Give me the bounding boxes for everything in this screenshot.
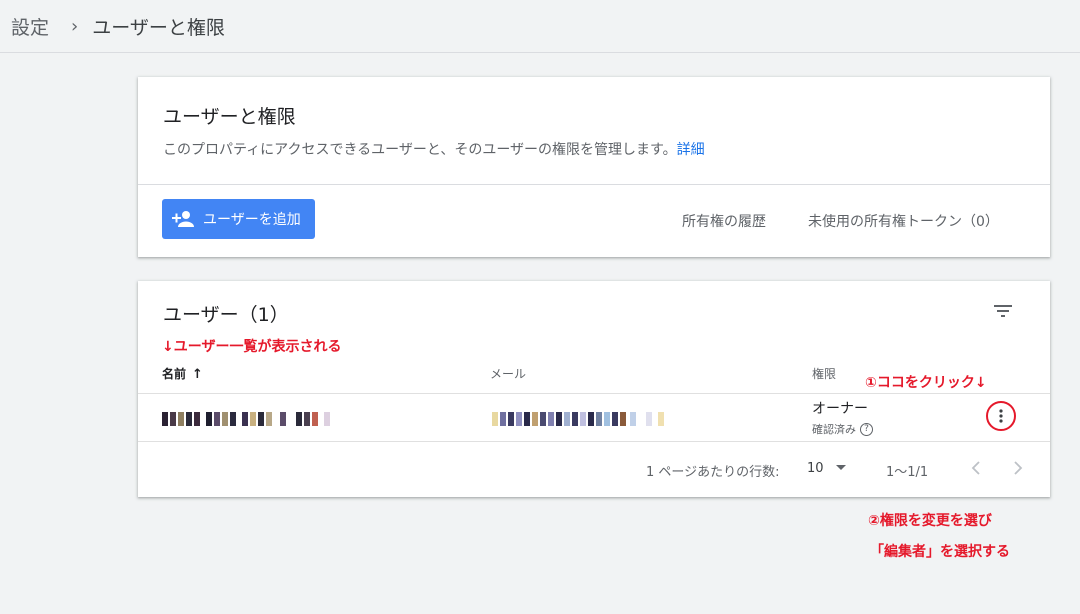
permission-status-text: 確認済み xyxy=(812,423,856,436)
redacted-user-name xyxy=(162,412,332,426)
annotation-step2-line2: 「編集者」を選択する xyxy=(870,544,1010,560)
ownership-history-link[interactable]: 所有権の履歴 xyxy=(682,211,766,231)
chevron-left-icon[interactable] xyxy=(968,458,984,478)
chevron-right-icon[interactable] xyxy=(1010,458,1026,478)
breadcrumb-settings[interactable]: 設定 xyxy=(11,13,49,40)
pagination-range: 1〜1/1 xyxy=(886,465,929,480)
access-description-text: このプロパティにアクセスできるユーザーと、そのユーザーの権限を管理します。 xyxy=(163,142,677,158)
annotation-user-list: ↓ユーザー一覧が表示される xyxy=(162,339,342,355)
redacted-user-email xyxy=(492,412,668,426)
users-card: ユーザー（1） ↓ユーザー一覧が表示される 名前 ↑ メール 権限 ①ココをクリッ… xyxy=(138,281,1050,497)
access-card-title: ユーザーと権限 xyxy=(163,106,296,128)
breadcrumb: 設定 › ユーザーと権限 xyxy=(0,0,1080,53)
arrow-up-icon: ↑ xyxy=(192,367,203,382)
column-header-name[interactable]: 名前 ↑ xyxy=(162,365,203,382)
help-icon[interactable]: ? xyxy=(860,422,873,436)
add-user-label: ユーザーを追加 xyxy=(203,212,301,228)
column-name-label: 名前 xyxy=(162,367,187,381)
row-more-options-button[interactable] xyxy=(986,401,1016,431)
chevron-right-icon: › xyxy=(71,15,79,37)
annotation-click-here: ①ココをクリック↓ xyxy=(865,375,987,391)
column-header-permission: 権限 xyxy=(812,367,837,381)
column-header-email: メール xyxy=(490,367,527,381)
annotation-step2-line1: ②権限を変更を選び xyxy=(868,513,992,529)
access-card-description: このプロパティにアクセスできるユーザーと、そのユーザーの権限を管理します。詳細 xyxy=(163,139,705,159)
users-card-title: ユーザー（1） xyxy=(163,304,289,326)
divider xyxy=(138,184,1050,185)
rows-per-page-select[interactable]: 10 xyxy=(807,461,824,476)
permission-status: 確認済み ? xyxy=(812,421,873,437)
dropdown-caret-icon[interactable] xyxy=(836,465,846,470)
access-card: ユーザーと権限 このプロパティにアクセスできるユーザーと、そのユーザーの権限を管… xyxy=(138,77,1050,257)
filter-icon[interactable] xyxy=(991,299,1015,323)
add-user-button[interactable]: ユーザーを追加 xyxy=(162,199,315,239)
divider xyxy=(138,393,1050,394)
unused-tokens-link[interactable]: 未使用の所有権トークン（0） xyxy=(808,211,999,231)
permission-role: オーナー xyxy=(812,401,868,417)
more-vert-icon xyxy=(999,409,1003,423)
rows-per-page-label: 1 ページあたりの行数: xyxy=(646,465,780,480)
details-link[interactable]: 詳細 xyxy=(677,142,705,158)
divider xyxy=(138,441,1050,442)
page-title: ユーザーと権限 xyxy=(92,16,225,39)
person-add-icon xyxy=(172,211,194,227)
